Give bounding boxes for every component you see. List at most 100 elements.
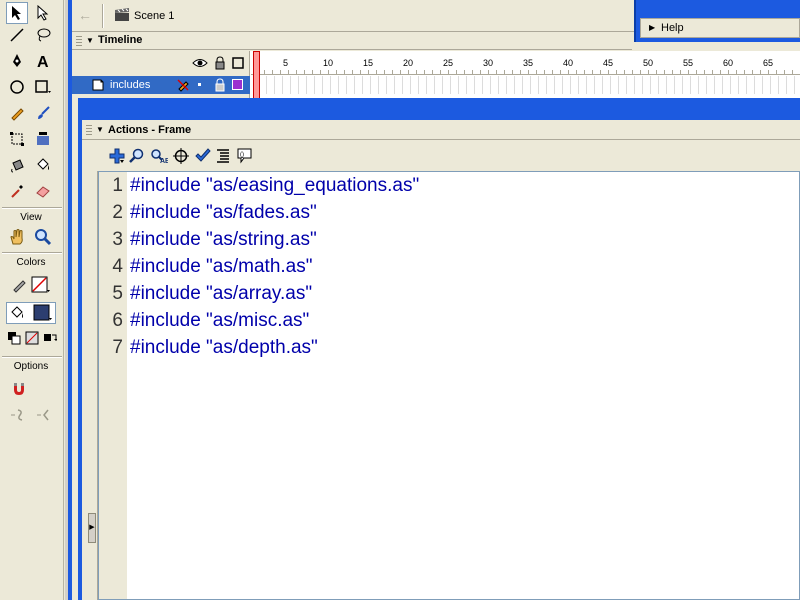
ruler-tick <box>560 70 561 74</box>
code-text[interactable]: #include "as/fades.as" <box>130 199 317 226</box>
tools-panel: A View Colors Options <box>0 0 64 600</box>
code-text[interactable]: #include "as/math.as" <box>130 253 312 280</box>
code-text[interactable]: #include "as/array.as" <box>130 280 312 307</box>
eraser-tool[interactable] <box>32 180 54 202</box>
layer-row[interactable]: includes <box>72 76 250 94</box>
eyedropper-tool[interactable] <box>6 180 28 202</box>
frame-ruler[interactable]: 15101520253035404550556065 <box>251 51 800 75</box>
ruler-tick <box>440 70 441 74</box>
panel-grip[interactable] <box>76 36 82 46</box>
scene-name[interactable]: Scene 1 <box>134 10 174 22</box>
script-editor[interactable]: 1 #include "as/easing_equations.as" 2 #incl… <box>98 171 800 600</box>
eye-icon[interactable] <box>192 57 208 69</box>
layer-name[interactable]: includes <box>110 79 150 91</box>
text-icon: A <box>37 54 49 69</box>
ruler-tick <box>648 70 649 74</box>
add-statement-button[interactable] <box>108 147 126 165</box>
stroke-color-swatch[interactable] <box>30 274 52 296</box>
arrow-tool[interactable] <box>6 2 28 24</box>
check-syntax-button[interactable] <box>194 147 212 165</box>
fill-transform-tool[interactable] <box>32 128 54 150</box>
hand-icon <box>10 229 23 245</box>
lock-icon[interactable] <box>214 56 226 70</box>
ruler-tick <box>616 70 617 74</box>
swap-colors-button[interactable] <box>42 330 58 346</box>
ruler-tick <box>504 70 505 74</box>
straighten-icon <box>37 409 49 421</box>
code-line[interactable]: 7 #include "as/depth.as" <box>99 334 789 361</box>
code-text[interactable]: #include "as/easing_equations.as" <box>130 172 419 199</box>
ruler-tick <box>352 70 353 74</box>
text-tool[interactable]: A <box>32 50 54 72</box>
options-label: Options <box>13 361 49 372</box>
ruler-tick <box>456 70 457 74</box>
pencil-disabled-icon <box>177 79 189 92</box>
oval-icon <box>10 80 24 94</box>
auto-format-button[interactable] <box>214 147 232 165</box>
ruler-tick <box>392 70 393 74</box>
stroke-color-label <box>8 274 30 296</box>
code-text[interactable]: #include "as/depth.as" <box>130 334 318 361</box>
subselect-tool[interactable] <box>32 2 54 24</box>
lock-icon[interactable] <box>214 78 226 92</box>
target-path-button[interactable] <box>172 147 190 165</box>
snap-to-objects-button[interactable] <box>8 378 30 400</box>
zoom-tool[interactable] <box>32 226 54 248</box>
colors-label: Colors <box>16 257 46 268</box>
code-line[interactable]: 1 #include "as/easing_equations.as" <box>99 172 789 199</box>
code-line[interactable]: 2 #include "as/fades.as" <box>99 199 789 226</box>
ruler-tick <box>296 70 297 74</box>
pencil-tool[interactable] <box>6 102 28 124</box>
replace-button[interactable]: AB <box>150 147 168 165</box>
code-line[interactable]: 4 #include "as/math.as" <box>99 253 789 280</box>
ruler-tick <box>776 70 777 74</box>
outline-icon[interactable] <box>232 57 244 69</box>
visibility-dot[interactable] <box>198 83 201 86</box>
code-line[interactable]: 6 #include "as/misc.as" <box>99 307 789 334</box>
ruler-tick <box>768 70 769 74</box>
hand-tool[interactable] <box>6 226 28 248</box>
frame-area[interactable]: 15101520253035404550556065 a <box>251 51 800 99</box>
ruler-label: 20 <box>403 58 414 68</box>
no-color-button[interactable] <box>24 330 40 346</box>
find-button[interactable] <box>128 147 146 165</box>
actions-panel: ▼ Actions - Frame AB () ▶ 1 #include "as… <box>78 98 800 600</box>
line-tool[interactable] <box>6 24 28 46</box>
lasso-tool[interactable] <box>32 24 54 46</box>
brush-icon <box>38 106 50 119</box>
outline-color-swatch[interactable] <box>232 79 243 90</box>
back-arrow-icon[interactable]: ← <box>78 7 94 23</box>
code-hint-button[interactable]: () <box>236 147 254 165</box>
playhead[interactable] <box>253 51 260 99</box>
code-line[interactable]: 5 #include "as/array.as" <box>99 280 789 307</box>
magnet-icon <box>14 383 24 395</box>
black-white-button[interactable] <box>6 330 22 346</box>
code-text[interactable]: #include "as/string.as" <box>130 226 317 253</box>
fill-color-row[interactable] <box>6 302 56 324</box>
oval-tool[interactable] <box>6 76 28 98</box>
brush-tool[interactable] <box>32 102 54 124</box>
paint-bucket-tool[interactable] <box>32 154 54 176</box>
help-panel-header[interactable]: ▶ Help <box>640 18 800 38</box>
line-number: 3 <box>112 229 123 250</box>
code-text[interactable]: #include "as/misc.as" <box>130 307 309 334</box>
editbar-divider <box>102 4 104 28</box>
ruler-tick <box>368 70 369 74</box>
ruler-tick <box>568 70 569 74</box>
line-number: 7 <box>112 337 123 358</box>
ruler-label: 60 <box>723 58 734 68</box>
free-transform-tool[interactable] <box>6 128 28 150</box>
ink-bottle-tool[interactable] <box>6 154 28 176</box>
expand-toolbox-button[interactable]: ▶ <box>88 513 96 543</box>
timeline-header[interactable]: ▼ Timeline <box>72 32 632 50</box>
code-line[interactable]: 3 #include "as/string.as" <box>99 226 789 253</box>
flash-ide-window: A View Colors Options ← Scene 1 ▶ Help ▼… <box>0 0 800 600</box>
panel-grip[interactable] <box>86 125 92 135</box>
frame-row[interactable]: a <box>251 76 800 94</box>
view-label: View <box>20 212 42 223</box>
actions-header[interactable]: ▼ Actions - Frame <box>82 120 800 140</box>
ruler-tick <box>288 70 289 74</box>
rectangle-tool[interactable] <box>32 76 54 98</box>
ruler-tick <box>384 70 385 74</box>
pen-tool[interactable] <box>6 50 28 72</box>
